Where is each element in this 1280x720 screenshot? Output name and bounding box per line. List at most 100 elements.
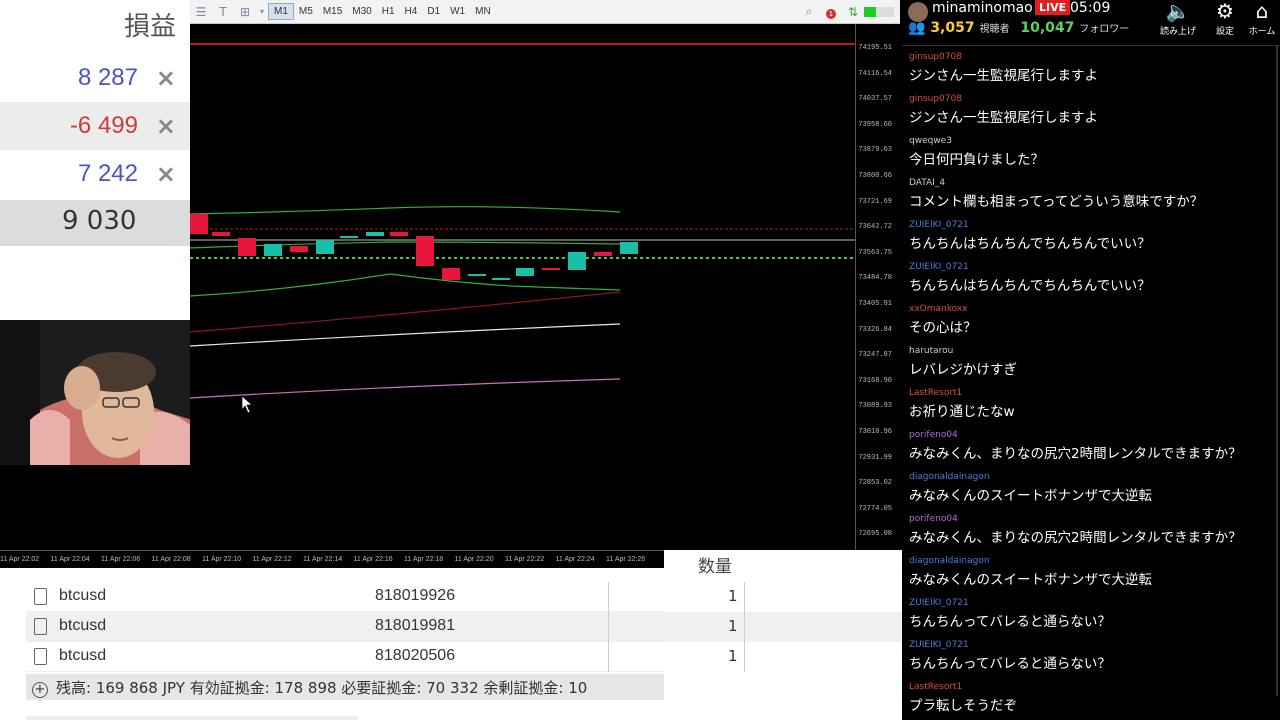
price-tick-label: 73800.66 [858, 172, 892, 180]
price-tick-label: 72931.99 [858, 453, 892, 462]
chart-canvas[interactable] [189, 24, 855, 550]
live-chat-panel: minaminomao LIVE 05:09 👥 3,057 視聴者 10,04… [902, 0, 1280, 720]
chat-scrollbar[interactable] [1276, 46, 1278, 696]
timeframe-h1[interactable]: H1 [377, 4, 400, 19]
chat-username[interactable]: ginsup0708 [909, 52, 1269, 62]
timeframe-m30[interactable]: M30 [347, 4, 376, 19]
chat-message: LastResort1 プラ転しそうだぞ [909, 682, 1269, 714]
chat-message: ginsup0708 ジンさん一生監視尾行しますよ [909, 52, 1269, 84]
chat-message: diagonaldainagon みなみくんのスイートボナンザで大逆転 [909, 472, 1269, 504]
grid-icon[interactable]: ☰ [190, 5, 212, 19]
chat-username[interactable]: xxOmankoxx [909, 304, 1269, 314]
chat-message: LastResort1 お祈り通じたなw [909, 388, 1269, 420]
candle-bear [290, 246, 308, 252]
chat-header: minaminomao LIVE 05:09 👥 3,057 視聴者 10,04… [902, 0, 1280, 46]
pl-value: 7 242 [77, 160, 138, 187]
column-divider [744, 642, 745, 672]
time-tick-label: 11 Apr 22:24 [555, 556, 595, 563]
account-summary-text: 残高: 169 868 JPY 有効証拠金: 178 898 必要証拠金: 70… [56, 679, 588, 697]
candle-bull [264, 244, 282, 256]
chat-username[interactable]: ZUIEIKI_0721 [909, 220, 1269, 230]
person-icon: 👥 [908, 20, 926, 36]
candle-bull [568, 252, 586, 270]
streamer-name[interactable]: minaminomao [932, 0, 1033, 16]
timeframe-m1[interactable]: M1 [268, 3, 294, 20]
column-divider [608, 642, 609, 672]
webcam-feed [0, 320, 192, 465]
timeframe-m15[interactable]: M15 [318, 4, 347, 19]
time-tick-label: 11 Apr 22:02 [0, 556, 40, 563]
close-icon[interactable]: × [156, 112, 176, 140]
pl-row: -6 499 × [0, 102, 190, 150]
chat-username[interactable]: porifeno04 [909, 430, 1269, 440]
chat-text: みなみくん、まりなの尻穴2時間レンタルできますか？ [909, 446, 1242, 462]
chat-username[interactable]: LastResort1 [909, 682, 1269, 692]
chat-username[interactable]: ZUIEIKI_0721 [909, 598, 1269, 608]
chat-username[interactable]: ginsup0708 [909, 94, 1269, 104]
chat-text: プラ転しそうだぞ [909, 698, 1017, 714]
price-tick-label: 73168.90 [858, 376, 892, 385]
close-icon[interactable]: × [156, 160, 176, 188]
notification-icon[interactable]: 1 [820, 5, 842, 19]
time-tick-label: 11 Apr 22:04 [50, 556, 90, 563]
shapes-icon[interactable]: ⊞ [234, 5, 256, 19]
avatar[interactable] [908, 2, 928, 22]
chat-text: みなみくん、まりなの尻穴2時間レンタルできますか？ [909, 530, 1242, 546]
chat-username[interactable]: porifeno04 [909, 514, 1269, 524]
expand-icon[interactable]: + [32, 682, 48, 698]
candle-bull [468, 274, 486, 276]
quantity-value: 1 [728, 587, 738, 605]
close-icon[interactable]: × [156, 64, 176, 92]
signal-bar-icon [864, 6, 894, 17]
chat-username[interactable]: qweqwe3 [909, 136, 1269, 146]
table-row[interactable]: btcusd 818020506 [26, 642, 664, 672]
price-tick-label: 73879.63 [858, 146, 892, 155]
position-ticket: 818019981 [375, 617, 456, 634]
chat-username[interactable]: ZUIEIKI_0721 [909, 640, 1269, 650]
search-icon[interactable]: ⌕ [798, 4, 820, 19]
chat-username[interactable]: harutarou [909, 346, 1269, 356]
pl-header: 損益 [123, 12, 176, 42]
pl-total-value: 9 030 [62, 206, 137, 236]
candle-bear [390, 232, 408, 236]
timeframe-m5[interactable]: M5 [294, 4, 318, 19]
table-row[interactable]: btcusd 818019981 [26, 612, 664, 642]
chat-message: porifeno04 みなみくん、まりなの尻穴2時間レンタルできますか？ [909, 514, 1269, 546]
chat-username[interactable]: diagonaldainagon [909, 472, 1269, 482]
text-tool-icon[interactable]: T [212, 5, 234, 19]
quantity-cell: 1 [664, 642, 902, 672]
time-tick-label: 11 Apr 22:22 [505, 556, 545, 563]
settings-label: 設定 [1215, 27, 1234, 37]
read-aloud-button[interactable]: 🔈 読み上げ [1158, 0, 1198, 37]
read-aloud-label: 読み上げ [1159, 27, 1196, 37]
table-row[interactable]: btcusd 818019926 [26, 582, 664, 612]
column-divider [744, 582, 745, 612]
timeframe-d1[interactable]: D1 [422, 4, 445, 19]
position-symbol: btcusd [59, 617, 107, 634]
time-tick-label: 11 Apr 22:20 [454, 556, 494, 563]
indicator-upper-band [189, 206, 621, 215]
chat-username[interactable]: diagonaldainagon [909, 556, 1269, 566]
price-tick-label: 73326.84 [858, 325, 892, 334]
chat-username[interactable]: LastResort1 [909, 388, 1269, 398]
price-axis: 74195.51 74116.54 74037.57 73958.60 73879.63… [855, 24, 902, 550]
settings-button[interactable]: ⚙ 設定 [1205, 0, 1245, 37]
chat-username[interactable]: ZUIEIKI_0721 [909, 262, 1269, 272]
quantity-column: 数量 1 1 1 [664, 550, 902, 720]
candle-bear [238, 238, 256, 256]
timeframe-w1[interactable]: W1 [445, 4, 470, 19]
follower-label: フォロワー [1079, 24, 1130, 35]
streamer-image [0, 320, 192, 465]
chat-username[interactable]: DATAI_4 [909, 178, 1269, 188]
price-tick-label: 72774.05 [858, 504, 892, 513]
time-tick-label: 11 Apr 22:16 [353, 556, 393, 563]
timeframe-mn[interactable]: MN [470, 4, 496, 19]
price-chart[interactable] [189, 24, 855, 550]
chevron-down-icon[interactable]: ▾ [256, 7, 268, 16]
chat-text: 今日何円負けました？ [909, 152, 1044, 168]
candle-bull [366, 232, 384, 236]
home-button[interactable]: ⌂ ホーム [1242, 0, 1280, 37]
stream-clock: 05:09 [1070, 0, 1111, 16]
chat-message: DATAI_4 コメント欄も相まってってどういう意味ですか？ [909, 178, 1269, 210]
timeframe-h4[interactable]: H4 [400, 4, 423, 19]
